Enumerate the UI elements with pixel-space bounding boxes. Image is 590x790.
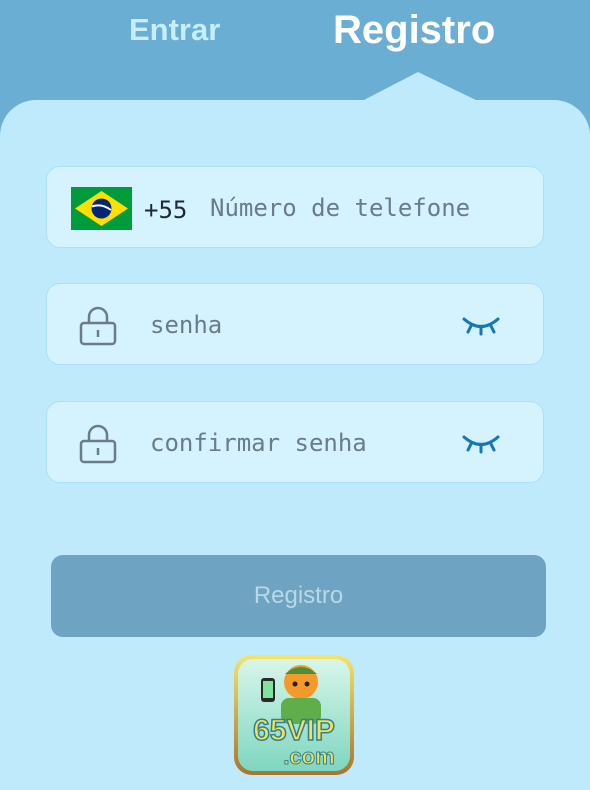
lock-icon (79, 306, 117, 346)
country-code[interactable]: +55 (144, 196, 187, 224)
phone-input[interactable] (210, 191, 530, 225)
logo-text-main: 65VIP (253, 714, 335, 747)
password-field (46, 283, 544, 365)
brazil-flag-icon[interactable] (71, 187, 132, 230)
lock-icon (79, 424, 117, 464)
confirm-password-input[interactable] (150, 426, 440, 460)
app-logo: 65VIP .com (234, 655, 354, 775)
active-tab-indicator (360, 72, 480, 102)
phone-field: +55 (46, 166, 544, 248)
tab-entrar[interactable]: Entrar (129, 12, 220, 48)
tab-registro[interactable]: Registro (333, 8, 495, 53)
eye-closed-icon[interactable] (461, 432, 501, 454)
confirm-password-field (46, 401, 544, 483)
password-input[interactable] (150, 308, 440, 342)
auth-tabs: Entrar Registro (0, 0, 590, 102)
eye-closed-icon[interactable] (461, 314, 501, 336)
logo-text-sub: .com (283, 744, 334, 769)
register-submit-button[interactable]: Registro (51, 555, 546, 637)
